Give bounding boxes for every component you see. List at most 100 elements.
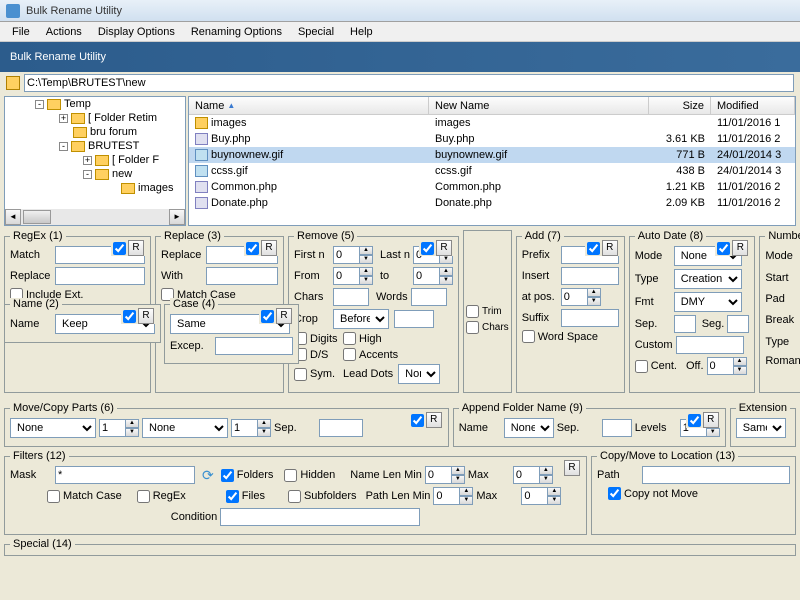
refresh-icon[interactable]: ⟳: [202, 467, 214, 484]
col-size[interactable]: Size: [649, 97, 711, 114]
col-name[interactable]: Name▲: [189, 97, 429, 114]
autodate-seg[interactable]: [727, 315, 749, 333]
filters-hidden[interactable]: [284, 469, 297, 482]
remove-trimchars[interactable]: [466, 321, 479, 334]
tree-node[interactable]: +[ Folder Retim: [5, 111, 185, 125]
remove-leaddots-select[interactable]: Non: [398, 364, 440, 384]
appendfolder-select[interactable]: None: [504, 418, 554, 438]
add-reset[interactable]: R: [602, 240, 618, 256]
remove-chars[interactable]: [333, 288, 369, 306]
autodate-off[interactable]: [707, 357, 733, 375]
remove-trim[interactable]: [466, 305, 479, 318]
filters-mask[interactable]: [55, 466, 195, 484]
remove-from[interactable]: [333, 267, 359, 285]
case-reset[interactable]: R: [276, 308, 292, 324]
regex-enable[interactable]: [113, 242, 126, 255]
remove-accents[interactable]: [343, 348, 356, 361]
filters-pathlen-max[interactable]: [521, 487, 547, 505]
file-row[interactable]: Common.phpCommon.php1.21 KB11/01/2016 2: [189, 179, 795, 195]
regex-reset[interactable]: R: [128, 240, 144, 256]
tree-node[interactable]: bru forum: [5, 125, 185, 139]
extension-select[interactable]: Same: [736, 418, 786, 438]
remove-high[interactable]: [343, 332, 356, 345]
scroll-right-icon[interactable]: ►: [169, 209, 185, 225]
menu-renaming-options[interactable]: Renaming Options: [183, 24, 290, 40]
autodate-custom[interactable]: [676, 336, 744, 354]
remove-firstn[interactable]: [333, 246, 359, 264]
file-list[interactable]: Name▲ New Name Size Modified imagesimage…: [188, 96, 796, 226]
tree-node[interactable]: -BRUTEST: [5, 139, 185, 153]
name-reset[interactable]: R: [138, 308, 154, 324]
file-row[interactable]: imagesimages11/01/2016 1: [189, 115, 795, 131]
menu-help[interactable]: Help: [342, 24, 381, 40]
autodate-reset[interactable]: R: [732, 240, 748, 256]
case-enable[interactable]: [261, 310, 274, 323]
expand-icon[interactable]: -: [83, 170, 92, 179]
movecopy-sel2[interactable]: None: [142, 418, 228, 438]
add-enable[interactable]: [587, 242, 600, 255]
scroll-thumb[interactable]: [23, 210, 51, 224]
folder-tree[interactable]: -Temp+[ Folder Retimbru forum-BRUTEST+[ …: [4, 96, 186, 226]
col-modified[interactable]: Modified: [711, 97, 795, 114]
filters-namelen-min[interactable]: [425, 466, 451, 484]
movecopy-reset[interactable]: R: [426, 412, 442, 428]
remove-sym[interactable]: [294, 368, 307, 381]
tree-node[interactable]: -Temp: [5, 97, 185, 111]
remove-crop-select[interactable]: Before: [333, 309, 389, 329]
file-row[interactable]: Donate.phpDonate.php2.09 KB11/01/2016 2: [189, 195, 795, 211]
filters-condition[interactable]: [220, 508, 420, 526]
tree-node[interactable]: -new: [5, 167, 185, 181]
expand-icon[interactable]: -: [59, 142, 68, 151]
add-wordspace[interactable]: [522, 330, 535, 343]
appendfolder-sep[interactable]: [602, 419, 632, 437]
autodate-enable[interactable]: [717, 242, 730, 255]
filters-subfolders[interactable]: [288, 490, 301, 503]
replace-with-input[interactable]: [206, 267, 278, 285]
appendfolder-reset[interactable]: R: [703, 412, 719, 428]
filters-matchcase[interactable]: [47, 490, 60, 503]
file-row[interactable]: buynownew.gifbuynownew.gif771 B24/01/201…: [189, 147, 795, 163]
add-atpos[interactable]: [561, 288, 587, 306]
scroll-left-icon[interactable]: ◄: [5, 209, 21, 225]
regex-replace-input[interactable]: [55, 267, 145, 285]
movecopy-sel1[interactable]: None: [10, 418, 96, 438]
expand-icon[interactable]: +: [83, 156, 92, 165]
path-input[interactable]: [24, 74, 794, 92]
filters-reset[interactable]: R: [564, 460, 580, 476]
replace-enable[interactable]: [246, 242, 259, 255]
filters-namelen-max[interactable]: [513, 466, 539, 484]
appendfolder-enable[interactable]: [688, 414, 701, 427]
file-row[interactable]: ccss.gifccss.gif438 B24/01/2014 3: [189, 163, 795, 179]
remove-crop-text[interactable]: [394, 310, 434, 328]
movecopy-n2[interactable]: [231, 419, 257, 437]
movecopy-enable[interactable]: [411, 414, 424, 427]
autodate-fmt[interactable]: DMY: [674, 292, 742, 312]
file-row[interactable]: Buy.phpBuy.php3.61 KB11/01/2016 2: [189, 131, 795, 147]
filters-files[interactable]: [226, 490, 239, 503]
tree-node[interactable]: +[ Folder F: [5, 153, 185, 167]
copymove-copynotmove[interactable]: [608, 487, 621, 500]
expand-icon[interactable]: +: [59, 114, 68, 123]
autodate-sep[interactable]: [674, 315, 696, 333]
tree-scrollbar[interactable]: ◄ ►: [5, 209, 185, 225]
name-enable[interactable]: [123, 310, 136, 323]
tree-node[interactable]: images: [5, 181, 185, 195]
menu-special[interactable]: Special: [290, 24, 342, 40]
remove-enable[interactable]: [421, 242, 434, 255]
case-excep[interactable]: [215, 337, 293, 355]
menu-file[interactable]: File: [4, 24, 38, 40]
filters-pathlen-min[interactable]: [433, 487, 459, 505]
remove-to[interactable]: [413, 267, 439, 285]
add-insert[interactable]: [561, 267, 619, 285]
menu-actions[interactable]: Actions: [38, 24, 90, 40]
filters-regex[interactable]: [137, 490, 150, 503]
folder-up-icon[interactable]: [6, 76, 20, 90]
copymove-path[interactable]: [642, 466, 790, 484]
filters-folders[interactable]: [221, 469, 234, 482]
autodate-cent[interactable]: [635, 360, 648, 373]
add-suffix[interactable]: [561, 309, 619, 327]
movecopy-sep[interactable]: [319, 419, 363, 437]
autodate-type[interactable]: Creation (Cur: [674, 269, 742, 289]
expand-icon[interactable]: -: [35, 100, 44, 109]
menu-display-options[interactable]: Display Options: [90, 24, 183, 40]
